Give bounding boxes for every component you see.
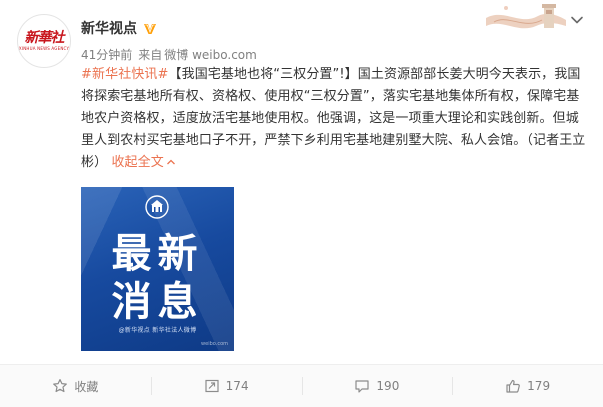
chevron-up-icon — [166, 159, 175, 165]
post-source[interactable]: 微博 weibo.com — [164, 48, 257, 62]
chevron-down-icon[interactable] — [569, 12, 585, 28]
comment-button[interactable]: 190 — [301, 365, 453, 407]
card-decoration-icon — [486, 4, 566, 29]
comment-count: 190 — [376, 379, 400, 393]
xinhua-emblem-icon — [145, 195, 169, 219]
image-headline-2: 消息 — [111, 279, 204, 325]
hashtag-link[interactable]: #新华社快讯# — [81, 67, 169, 82]
post-meta: 41分钟前 来自 微博 weibo.com — [81, 46, 263, 63]
star-icon — [53, 379, 68, 393]
action-bar: 收藏 174 190 179 — [0, 364, 603, 407]
author-name[interactable]: 新华视点 — [81, 18, 137, 38]
post-text: #新华社快讯#【我国宅基地也将“三权分置”!】国土资源部部长姜大明今天表示，我国… — [81, 64, 586, 174]
image-watermark: weibo.com — [201, 341, 228, 347]
comment-icon — [355, 380, 370, 393]
avatar-logo-text: 新華社 — [24, 30, 65, 46]
favorite-button[interactable]: 收藏 — [0, 365, 151, 407]
collapse-link[interactable]: 收起全文 — [111, 155, 175, 170]
repost-button[interactable]: 174 — [150, 365, 302, 407]
like-count: 179 — [527, 379, 551, 393]
image-caption: @新华视点 新华社法人微博 — [118, 327, 197, 334]
repost-count: 174 — [225, 379, 249, 393]
thumbs-up-icon — [506, 379, 521, 393]
source-prefix: 来自 — [138, 48, 163, 62]
avatar-logo-subtext: XINHUA NEWS AGENCY — [18, 46, 70, 51]
verified-v-icon[interactable] — [143, 21, 157, 35]
author-row: 新华视点 — [81, 18, 157, 38]
weibo-post-card: 新華社 XINHUA NEWS AGENCY 新华视点 41分钟前 来自 微博 we… — [0, 0, 603, 407]
favorite-label: 收藏 — [74, 379, 99, 394]
repost-icon — [205, 379, 219, 393]
post-image[interactable]: 最新 消息 @新华视点 新华社法人微博 weibo.com — [81, 187, 234, 351]
post-time[interactable]: 41分钟前 — [81, 48, 132, 62]
collapse-label: 收起全文 — [111, 155, 164, 170]
avatar[interactable]: 新華社 XINHUA NEWS AGENCY — [17, 14, 71, 68]
like-button[interactable]: 179 — [452, 365, 603, 407]
